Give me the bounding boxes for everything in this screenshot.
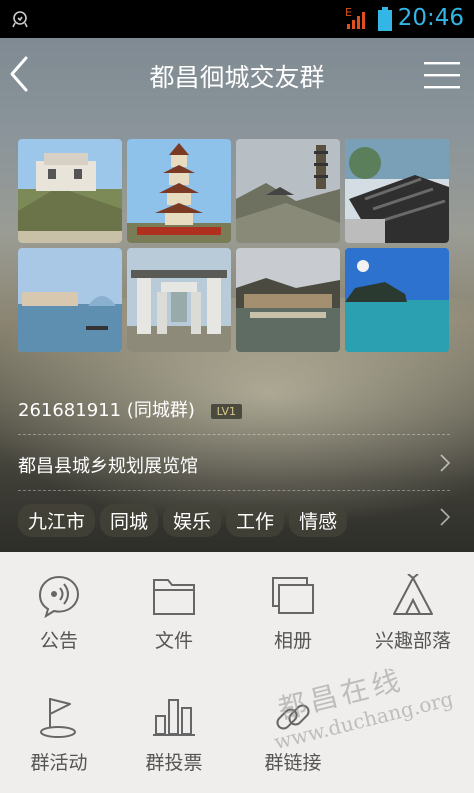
photo-8[interactable] [345, 248, 449, 352]
status-bar: E 20:46 [0, 0, 474, 38]
group-header: 都昌徊城交友群 261681911 (同城群) LV1 都昌县城乡规划展览馆 九… [0, 38, 474, 552]
action-label: 公告 [39, 630, 78, 652]
tag: 工作 [226, 504, 285, 537]
group-id-line: 261681911 (同城群) LV1 [18, 396, 243, 422]
action-group-activity[interactable]: 群活动 [0, 694, 118, 775]
page-title: 都昌徊城交友群 [149, 63, 325, 92]
action-interest-tribe[interactable]: 兴趣部落 [354, 574, 472, 653]
photo-1[interactable] [18, 139, 122, 243]
svg-text:E: E [345, 6, 352, 19]
action-announcement[interactable]: 公告 [0, 574, 118, 653]
action-label: 兴趣部落 [374, 630, 451, 652]
watermark: 都昌在线 www.duchang.org [262, 648, 456, 754]
notification-icon [12, 11, 28, 28]
tent-icon [393, 574, 433, 615]
tag: 同城 [100, 504, 159, 537]
action-label: 群活动 [30, 752, 88, 774]
divider [18, 434, 450, 435]
tag: 娱乐 [163, 504, 222, 537]
action-group-vote[interactable]: 群投票 [115, 694, 233, 775]
bar-chart-icon [153, 699, 195, 736]
action-label: 文件 [154, 630, 193, 652]
signal-icon: E [345, 6, 365, 29]
photo-6[interactable] [127, 248, 231, 352]
level-badge: LV1 [210, 403, 243, 419]
action-files[interactable]: 文件 [115, 574, 233, 653]
tag: 九江市 [18, 504, 96, 537]
photo-3[interactable] [236, 139, 340, 243]
tag: 情感 [289, 504, 348, 537]
app-bar: 都昌徊城交友群 [0, 38, 474, 112]
folder-icon [153, 579, 195, 615]
battery-icon [378, 7, 392, 31]
group-id: 261681911 (同城群) [18, 400, 195, 421]
menu-icon[interactable] [424, 60, 460, 90]
flag-icon [40, 698, 76, 738]
action-grid: 公告 文件 相册 兴趣部落 群活动 群投票 群链接 都昌在线 www.ducha… [0, 552, 474, 793]
announcement-icon [38, 575, 80, 618]
photo-5[interactable] [18, 248, 122, 352]
album-icon [272, 577, 314, 614]
group-location[interactable]: 都昌县城乡规划展览馆 [18, 452, 198, 478]
photo-7[interactable] [236, 248, 340, 352]
chevron-right-icon[interactable] [440, 454, 450, 472]
action-label: 群链接 [264, 752, 322, 774]
action-label: 群投票 [145, 752, 203, 774]
action-label: 相册 [273, 630, 312, 652]
chevron-right-icon[interactable] [440, 508, 450, 526]
clock: 20:46 [397, 5, 464, 31]
photo-2[interactable] [127, 139, 231, 243]
group-tags[interactable]: 九江市 同城 娱乐 工作 情感 [18, 504, 352, 537]
action-album[interactable]: 相册 [234, 574, 352, 653]
photo-4[interactable] [345, 139, 449, 243]
divider [18, 490, 450, 491]
